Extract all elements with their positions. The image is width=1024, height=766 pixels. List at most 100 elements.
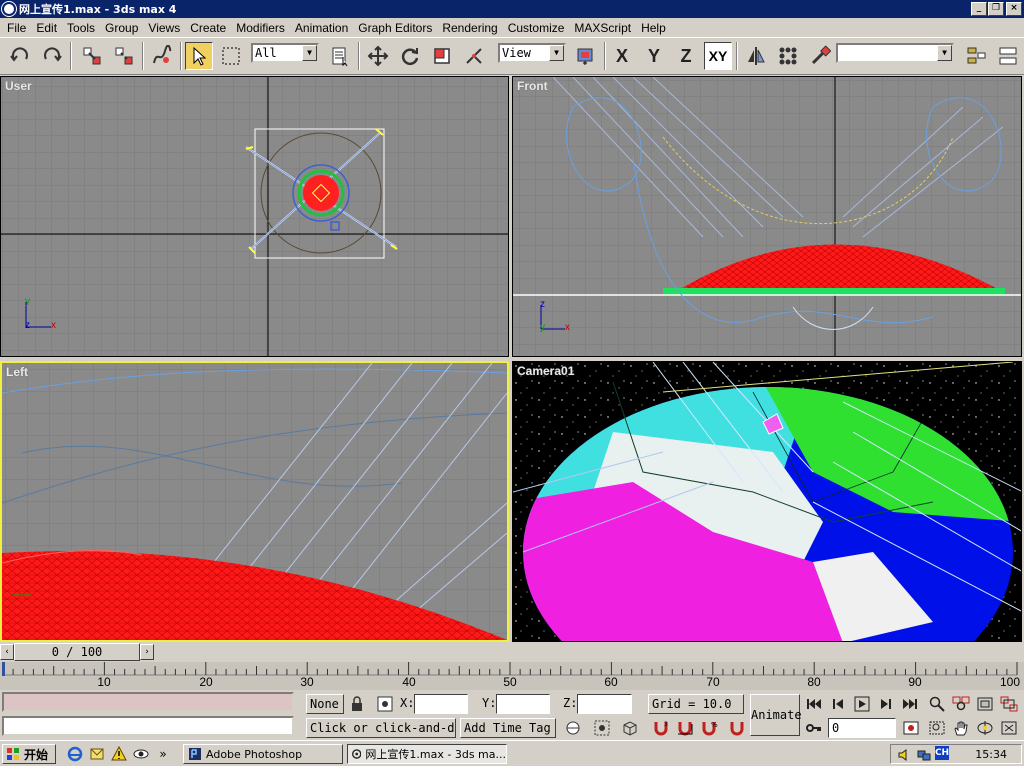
degradation-override-button[interactable] xyxy=(562,718,584,738)
manipulate-button[interactable] xyxy=(460,42,488,70)
menu-group[interactable]: Group xyxy=(100,21,143,35)
select-by-name-button[interactable] xyxy=(326,42,354,70)
spinner-snap-icon xyxy=(730,722,744,736)
percent-snap-toggle[interactable]: % xyxy=(698,718,720,738)
snap-3d-toggle[interactable] xyxy=(619,718,641,738)
menu-modifiers[interactable]: Modifiers xyxy=(231,21,290,35)
angle-snap-toggle[interactable] xyxy=(674,718,696,738)
go-to-start-button[interactable] xyxy=(803,694,825,714)
volume-icon[interactable] xyxy=(895,746,913,764)
restrict-to-y-button[interactable]: Y xyxy=(640,42,668,70)
schematic-view-button[interactable] xyxy=(994,42,1022,70)
array-button[interactable] xyxy=(774,42,802,70)
menu-customize[interactable]: Customize xyxy=(503,21,570,35)
track-view-icon xyxy=(967,47,986,64)
network-icon[interactable] xyxy=(915,746,933,764)
time-configuration-button[interactable] xyxy=(900,718,922,738)
menu-maxscript[interactable]: MAXScript xyxy=(569,21,636,35)
pivot-point-center-button[interactable] xyxy=(572,42,600,70)
internet-explorer-icon[interactable] xyxy=(66,745,84,763)
window-crossing-toggle[interactable] xyxy=(591,718,613,738)
animate-button[interactable]: Animate xyxy=(750,694,802,736)
maxscript-listener-mini[interactable] xyxy=(2,692,294,712)
outlook-express-icon[interactable] xyxy=(88,745,106,763)
next-frame-button[interactable] xyxy=(875,694,897,714)
close-button[interactable]: × xyxy=(1006,2,1022,16)
key-mode-toggle[interactable] xyxy=(803,718,825,738)
select-and-link-button[interactable] xyxy=(78,42,106,70)
current-frame-field[interactable]: 0 xyxy=(828,718,896,738)
y-coordinate-field[interactable] xyxy=(496,694,550,714)
select-and-rotate-button[interactable] xyxy=(396,42,424,70)
zoom-all-button[interactable] xyxy=(950,694,972,714)
menu-edit[interactable]: Edit xyxy=(31,21,62,35)
minimize-button[interactable]: _ xyxy=(971,2,987,16)
region-zoom-button[interactable] xyxy=(926,718,948,738)
viewport-user[interactable]: y z x User xyxy=(0,76,509,357)
menu-graph-editors[interactable]: Graph Editors xyxy=(353,21,437,35)
restore-button[interactable]: ❐ xyxy=(988,2,1004,16)
restrict-to-xy-button[interactable]: XY xyxy=(704,42,732,70)
viewport-front[interactable]: z x y Front xyxy=(512,76,1022,357)
viewport-label-camera[interactable]: Camera01 xyxy=(517,364,574,378)
maxscript-input[interactable] xyxy=(2,716,294,736)
unlink-selection-button[interactable] xyxy=(110,42,138,70)
align-button[interactable] xyxy=(806,42,834,70)
viewport-label-front[interactable]: Front xyxy=(517,79,548,93)
time-slider-thumb[interactable]: 0 / 100 xyxy=(14,643,140,661)
pan-button[interactable] xyxy=(950,718,972,738)
redo-button[interactable] xyxy=(38,42,66,70)
viewport-camera[interactable]: Camera01 xyxy=(512,361,1022,642)
select-and-scale-button[interactable] xyxy=(428,42,456,70)
menu-animation[interactable]: Animation xyxy=(290,21,353,35)
quick-launch-more-icon[interactable]: » xyxy=(154,745,172,763)
absolute-transform-toggle[interactable] xyxy=(374,694,396,714)
time-slider-next-button[interactable]: › xyxy=(140,644,154,660)
menu-tools[interactable]: Tools xyxy=(62,21,100,35)
menu-views[interactable]: Views xyxy=(143,21,185,35)
menu-rendering[interactable]: Rendering xyxy=(437,21,502,35)
bind-to-space-warp-button[interactable] xyxy=(148,42,176,70)
reference-coordinate-dropdown[interactable]: View ▼ xyxy=(498,43,566,63)
taskbar-item-photoshop[interactable]: Adobe Photoshop xyxy=(183,744,343,764)
previous-frame-button[interactable] xyxy=(827,694,849,714)
go-to-end-button[interactable] xyxy=(899,694,921,714)
restrict-to-z-button[interactable]: Z xyxy=(672,42,700,70)
time-slider-prev-button[interactable]: ‹ xyxy=(0,644,14,660)
selection-filter-dropdown[interactable]: All ▼ xyxy=(251,43,319,63)
snap-toggle[interactable]: 3 xyxy=(650,718,672,738)
app-icon[interactable] xyxy=(2,2,16,16)
input-language-indicator[interactable]: CH xyxy=(935,746,949,760)
title-bar[interactable]: 网上宣传1.max - 3ds max 4 _ ❐ × xyxy=(0,0,1024,18)
viewport-label-left[interactable]: Left xyxy=(6,365,28,379)
track-bar[interactable]: 10 20 30 40 50 60 70 80 90 100 xyxy=(0,662,1024,690)
select-object-button[interactable] xyxy=(185,42,213,70)
restrict-to-x-button[interactable]: X xyxy=(608,42,636,70)
track-view-button[interactable] xyxy=(962,42,990,70)
spinner-snap-toggle[interactable] xyxy=(726,718,748,738)
maximize-viewport-button[interactable] xyxy=(998,718,1020,738)
menu-create[interactable]: Create xyxy=(185,21,231,35)
zoom-button[interactable] xyxy=(926,694,948,714)
arc-rotate-button[interactable] xyxy=(974,718,996,738)
z-coordinate-field[interactable] xyxy=(577,694,632,714)
zoom-extents-all-button[interactable] xyxy=(998,694,1020,714)
mirror-button[interactable] xyxy=(742,42,770,70)
zoom-extents-button[interactable] xyxy=(974,694,996,714)
named-selection-dropdown[interactable]: ▼ xyxy=(836,43,954,63)
menu-file[interactable]: File xyxy=(2,21,31,35)
rectangular-selection-button[interactable] xyxy=(217,42,245,70)
viewport-label-user[interactable]: User xyxy=(5,79,32,93)
play-button[interactable] xyxy=(851,694,873,714)
viewport-left[interactable]: Left xyxy=(0,361,509,642)
selection-lock-toggle[interactable] xyxy=(346,694,368,714)
x-coordinate-field[interactable] xyxy=(414,694,468,714)
taskbar-item-3dsmax[interactable]: 网上宣传1.max - 3ds ma... xyxy=(347,744,507,764)
quick-launch-viewer-icon[interactable] xyxy=(132,745,150,763)
quick-launch-warning-icon[interactable] xyxy=(110,745,128,763)
select-and-move-button[interactable] xyxy=(364,42,392,70)
undo-button[interactable] xyxy=(6,42,34,70)
menu-help[interactable]: Help xyxy=(636,21,671,35)
add-time-tag-button[interactable]: Add Time Tag xyxy=(460,718,556,738)
start-button[interactable]: 开始 xyxy=(2,744,56,764)
